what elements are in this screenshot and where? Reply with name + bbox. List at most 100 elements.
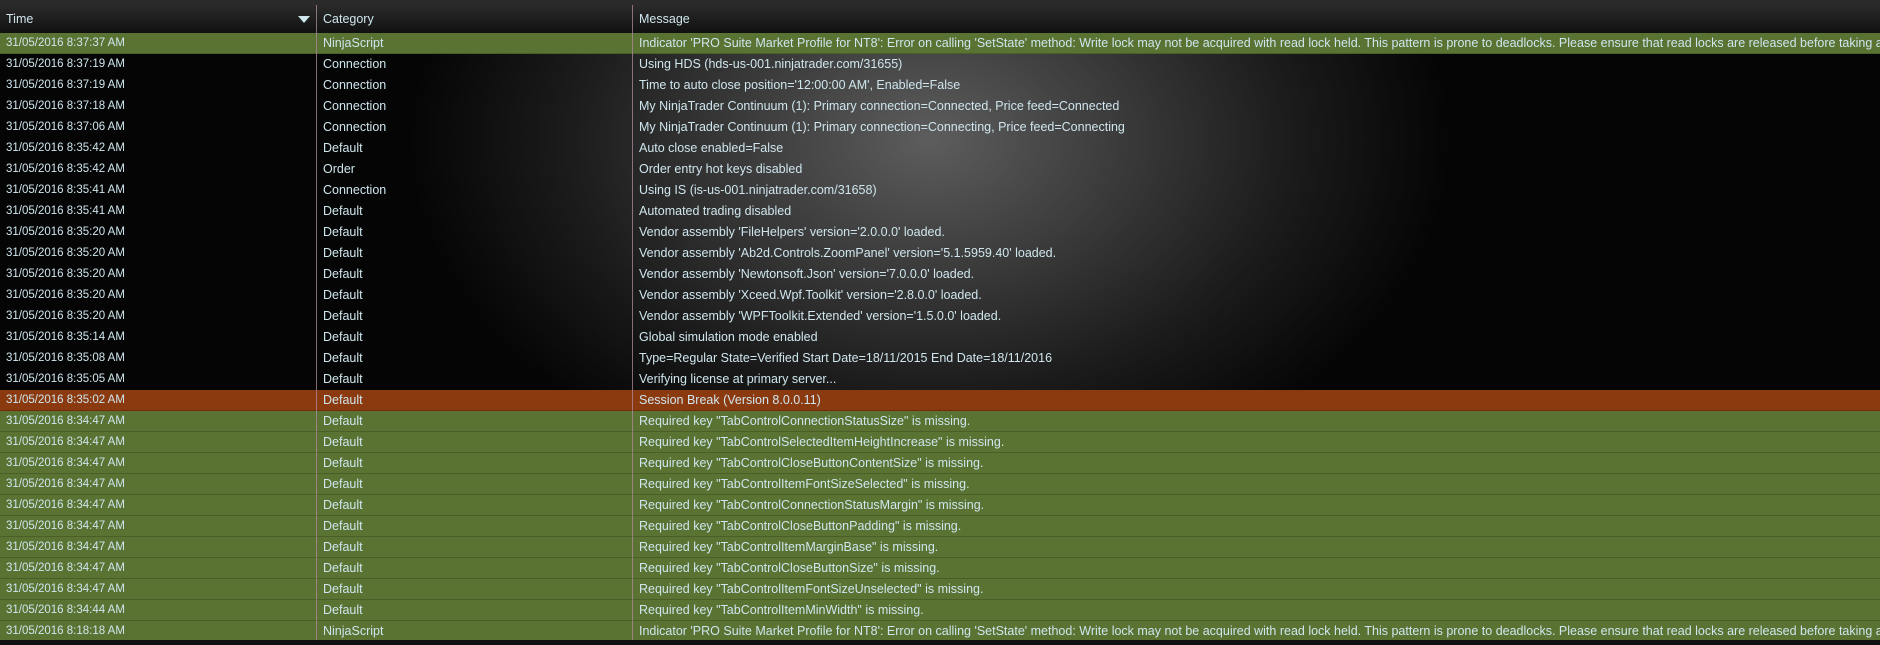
- log-row-time: 31/05/2016 8:34:47 AM: [6, 457, 125, 469]
- log-row-message: Type=Regular State=Verified Start Date=1…: [639, 351, 1053, 365]
- log-row-message: Global simulation mode enabled: [639, 330, 818, 344]
- log-row-message: Vendor assembly 'FileHelpers' version='2…: [639, 225, 945, 239]
- log-row-message: Automated trading disabled: [639, 204, 792, 218]
- log-row[interactable]: 31/05/2016 8:35:20 AM Default Vendor assem…: [0, 264, 1880, 285]
- log-row[interactable]: 31/05/2016 8:35:08 AM Default Type=Regular…: [0, 348, 1880, 369]
- log-row-category: Connection: [323, 183, 387, 197]
- log-row-time: 31/05/2016 8:35:42 AM: [6, 142, 125, 154]
- column-header-message-label: Message: [639, 12, 690, 26]
- log-row-time: 31/05/2016 8:35:20 AM: [6, 310, 125, 322]
- column-resize-handle-time[interactable]: [316, 5, 317, 645]
- log-row-category: Default: [323, 603, 363, 617]
- log-row-time: 31/05/2016 8:34:47 AM: [6, 520, 125, 532]
- log-row-category: Default: [323, 519, 363, 533]
- log-row-time: 31/05/2016 8:34:47 AM: [6, 415, 125, 427]
- log-row-time: 31/05/2016 8:37:06 AM: [6, 121, 125, 133]
- column-header-category-label: Category: [323, 12, 374, 26]
- log-row[interactable]: 31/05/2016 8:37:19 AM Connection Using HDS…: [0, 54, 1880, 75]
- log-row-category: NinjaScript: [323, 624, 384, 638]
- log-row[interactable]: 31/05/2016 8:35:20 AM Default Vendor assem…: [0, 243, 1880, 264]
- log-row[interactable]: 31/05/2016 8:34:47 AM Default Required key…: [0, 558, 1880, 579]
- log-row-message: My NinjaTrader Continuum (1): Primary co…: [639, 120, 1125, 134]
- log-row[interactable]: 31/05/2016 8:37:37 AM NinjaScript Indicato…: [0, 33, 1880, 54]
- log-row-message: Vendor assembly 'WPFToolkit.Extended' ve…: [639, 309, 1002, 323]
- log-row-time: 31/05/2016 8:34:47 AM: [6, 583, 125, 595]
- log-row-message: Required key "TabControlItemFontSizeSele…: [639, 477, 970, 491]
- log-rows: 31/05/2016 8:37:37 AM NinjaScript Indicato…: [0, 33, 1880, 642]
- log-row-time: 31/05/2016 8:35:42 AM: [6, 163, 125, 175]
- column-header-time[interactable]: Time: [0, 5, 316, 33]
- log-row-time: 31/05/2016 8:35:14 AM: [6, 331, 125, 343]
- log-row-time: 31/05/2016 8:34:44 AM: [6, 604, 125, 616]
- log-row-category: Default: [323, 141, 363, 155]
- log-row-message: Required key "TabControlSelectedItemHeig…: [639, 435, 1005, 449]
- log-row-category: Default: [323, 498, 363, 512]
- log-row[interactable]: 31/05/2016 8:34:47 AM Default Required key…: [0, 474, 1880, 495]
- log-row[interactable]: 31/05/2016 8:37:18 AM Connection My NinjaT…: [0, 96, 1880, 117]
- log-row-message: Indicator 'PRO Suite Market Profile for …: [639, 36, 1880, 50]
- log-row[interactable]: 31/05/2016 8:34:47 AM Default Required key…: [0, 516, 1880, 537]
- log-row[interactable]: 31/05/2016 8:35:41 AM Connection Using IS …: [0, 180, 1880, 201]
- log-row-message: Session Break (Version 8.0.0.11): [639, 393, 821, 407]
- log-row-message: Required key "TabControlItemMinWidth" is…: [639, 603, 924, 617]
- log-row-time: 31/05/2016 8:37:18 AM: [6, 100, 125, 112]
- log-row-time: 31/05/2016 8:37:19 AM: [6, 58, 125, 70]
- log-row[interactable]: 31/05/2016 8:35:42 AM Order Order entry ho…: [0, 159, 1880, 180]
- log-row[interactable]: 31/05/2016 8:34:47 AM Default Required key…: [0, 579, 1880, 600]
- log-row[interactable]: 31/05/2016 8:35:20 AM Default Vendor assem…: [0, 285, 1880, 306]
- log-row[interactable]: 31/05/2016 8:18:18 AM NinjaScript Indicato…: [0, 621, 1880, 642]
- column-resize-handle-category[interactable]: [632, 5, 633, 645]
- log-row[interactable]: 31/05/2016 8:34:47 AM Default Required key…: [0, 453, 1880, 474]
- log-row-category: Default: [323, 582, 363, 596]
- log-row-category: Connection: [323, 57, 387, 71]
- log-row[interactable]: 31/05/2016 8:35:14 AM Default Global simul…: [0, 327, 1880, 348]
- log-row[interactable]: 31/05/2016 8:35:05 AM Default Verifying li…: [0, 369, 1880, 390]
- log-row-message: Time to auto close position='12:00:00 AM…: [639, 78, 961, 92]
- log-row-category: Default: [323, 435, 363, 449]
- column-header-category[interactable]: Category: [317, 5, 632, 33]
- log-row[interactable]: 31/05/2016 8:35:41 AM Default Automated tr…: [0, 201, 1880, 222]
- log-grid-header: Time Category Message: [0, 5, 1880, 34]
- column-header-time-label: Time: [6, 12, 34, 26]
- log-row-time: 31/05/2016 8:37:37 AM: [6, 37, 125, 49]
- log-row-message: Using HDS (hds-us-001.ninjatrader.com/31…: [639, 57, 903, 71]
- log-row-message: Required key "TabControlCloseButtonSize"…: [639, 561, 940, 575]
- log-row-time: 31/05/2016 8:35:08 AM: [6, 352, 125, 364]
- sort-descending-icon[interactable]: [298, 16, 310, 23]
- log-row-message: Required key "TabControlConnectionStatus…: [639, 498, 985, 512]
- log-row-time: 31/05/2016 8:34:47 AM: [6, 436, 125, 448]
- log-row[interactable]: 31/05/2016 8:34:47 AM Default Required key…: [0, 432, 1880, 453]
- log-row-category: Default: [323, 288, 363, 302]
- log-row[interactable]: 31/05/2016 8:34:47 AM Default Required key…: [0, 537, 1880, 558]
- log-row-category: Default: [323, 561, 363, 575]
- log-row[interactable]: 31/05/2016 8:34:47 AM Default Required key…: [0, 411, 1880, 432]
- window-bottom-strip: [0, 640, 1880, 645]
- column-header-message[interactable]: Message: [633, 5, 1880, 33]
- log-row-time: 31/05/2016 8:35:05 AM: [6, 373, 125, 385]
- log-row[interactable]: 31/05/2016 8:35:20 AM Default Vendor assem…: [0, 306, 1880, 327]
- log-row[interactable]: 31/05/2016 8:35:20 AM Default Vendor assem…: [0, 222, 1880, 243]
- log-row-message: Required key "TabControlConnectionStatus…: [639, 414, 971, 428]
- log-row-message: Required key "TabControlItemMarginBase" …: [639, 540, 939, 554]
- log-row-message: Vendor assembly 'Xceed.Wpf.Toolkit' vers…: [639, 288, 982, 302]
- log-row-category: NinjaScript: [323, 36, 384, 50]
- log-row-message: Required key "TabControlItemFontSizeUnse…: [639, 582, 984, 596]
- log-row[interactable]: 31/05/2016 8:37:19 AM Connection Time to a…: [0, 75, 1880, 96]
- log-row-category: Connection: [323, 78, 387, 92]
- log-row-message: Required key "TabControlCloseButtonConte…: [639, 456, 984, 470]
- log-row-time: 31/05/2016 8:35:02 AM: [6, 394, 125, 406]
- log-row[interactable]: 31/05/2016 8:34:44 AM Default Required key…: [0, 600, 1880, 621]
- log-row-time: 31/05/2016 8:35:41 AM: [6, 184, 125, 196]
- log-row-category: Default: [323, 246, 363, 260]
- log-row-category: Default: [323, 477, 363, 491]
- log-row-time: 31/05/2016 8:35:20 AM: [6, 268, 125, 280]
- log-row-message: Required key "TabControlCloseButtonPaddi…: [639, 519, 962, 533]
- log-row[interactable]: 31/05/2016 8:35:02 AM Default Session Brea…: [0, 390, 1880, 411]
- log-row[interactable]: 31/05/2016 8:35:42 AM Default Auto close e…: [0, 138, 1880, 159]
- log-row-time: 31/05/2016 8:18:18 AM: [6, 625, 125, 637]
- log-row-time: 31/05/2016 8:35:20 AM: [6, 247, 125, 259]
- log-row[interactable]: 31/05/2016 8:34:47 AM Default Required key…: [0, 495, 1880, 516]
- log-row-category: Default: [323, 351, 363, 365]
- log-row[interactable]: 31/05/2016 8:37:06 AM Connection My NinjaT…: [0, 117, 1880, 138]
- log-row-time: 31/05/2016 8:35:20 AM: [6, 289, 125, 301]
